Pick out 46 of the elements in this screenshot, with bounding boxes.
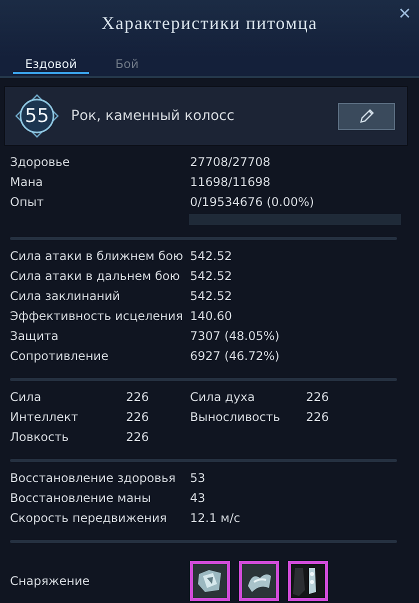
tab[interactable]: Ездовой xyxy=(13,56,89,74)
saddle-slot[interactable] xyxy=(239,561,279,601)
level-badge: 55 xyxy=(15,94,59,138)
attribute-value: 226 xyxy=(126,430,150,444)
attribute-label: Сила духа xyxy=(190,390,256,404)
stat-value: 12.1 м/с xyxy=(190,511,240,525)
attribute-label: Интеллект xyxy=(10,410,80,424)
stat-value: 6927 (46.72%) xyxy=(190,349,280,363)
tab[interactable]: Бой xyxy=(89,56,165,74)
window-title: Характеристики питомца xyxy=(102,12,318,34)
boot-slot[interactable] xyxy=(288,561,328,601)
stat-value: 140.60 xyxy=(190,309,232,323)
stat-label: Скорость передвижения xyxy=(10,511,168,525)
stat-value: 542.52 xyxy=(190,289,232,303)
attribute-value: 226 xyxy=(306,390,330,404)
stat-value: 53 xyxy=(190,471,206,485)
stat-label: Сопротивление xyxy=(10,349,110,363)
attribute-label: Сила xyxy=(10,390,42,404)
stat-label: Восстановление здоровья xyxy=(10,471,177,485)
stat-label: Здоровье xyxy=(10,155,71,169)
attribute-value: 226 xyxy=(306,410,330,424)
stat-label: Мана xyxy=(10,175,44,189)
close-button[interactable]: ✕ xyxy=(396,2,413,26)
stat-label: Эффективность исцеления xyxy=(10,309,184,323)
stat-label: Опыт xyxy=(10,195,45,209)
attribute-value: 226 xyxy=(126,390,150,404)
rename-button[interactable] xyxy=(338,102,395,130)
stat-value: 542.52 xyxy=(190,269,232,283)
stat-value: 0/19534676 (0.00%) xyxy=(190,195,314,209)
stat-value: 27708/27708 xyxy=(190,155,270,169)
stat-label: Сила атаки в ближнем бою xyxy=(10,249,184,263)
armor-slot[interactable] xyxy=(190,561,230,601)
attribute-value: 226 xyxy=(126,410,150,424)
stat-label: Защита xyxy=(10,329,60,343)
stat-label: Сила заклинаний xyxy=(10,289,122,303)
pencil-icon xyxy=(358,107,376,125)
equipment-label: Снаряжение xyxy=(10,574,91,588)
stat-value: 43 xyxy=(190,491,206,505)
stat-value: 11698/11698 xyxy=(190,175,270,189)
attribute-label: Выносливость xyxy=(190,410,282,424)
stat-value: 542.52 xyxy=(190,249,232,263)
pet-name: Рок, каменный колосс xyxy=(71,108,236,124)
stat-label: Восстановление маны xyxy=(10,491,152,505)
stat-value: 7307 (48.05%) xyxy=(190,329,280,343)
stat-label: Сила атаки в дальнем бою xyxy=(10,269,181,283)
attribute-label: Ловкость xyxy=(10,430,70,444)
